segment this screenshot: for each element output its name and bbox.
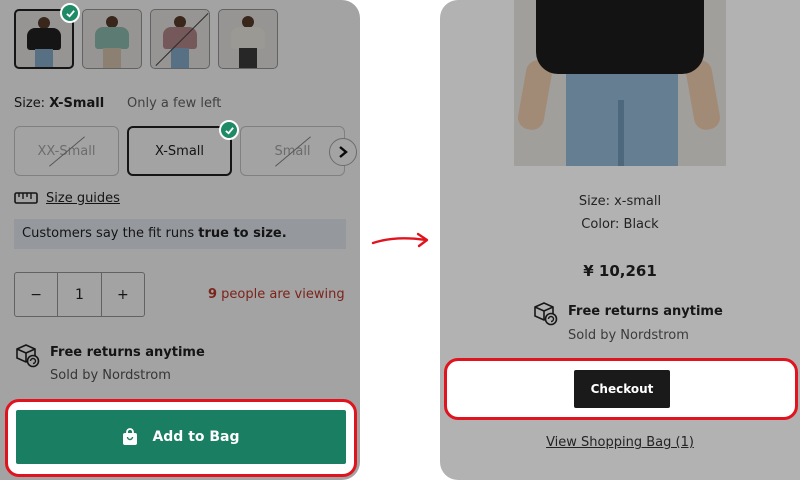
sold-by: Sold by Nordstrom — [568, 328, 689, 343]
thumbnail-mint[interactable] — [82, 9, 142, 69]
product-options-panel: Size: X-Small Only a few left XX-Small X… — [0, 0, 360, 480]
viewing-text: people are viewing — [217, 287, 345, 302]
ruler-icon — [14, 192, 38, 204]
add-to-bag-highlight: Add to Bag — [5, 399, 357, 477]
returns-title: Free returns anytime — [568, 304, 723, 319]
size-option-label: X-Small — [154, 143, 205, 159]
stock-note: Only a few left — [127, 96, 222, 111]
next-sizes-button[interactable] — [329, 138, 357, 166]
cart-item-size: Size: x-small — [578, 194, 662, 209]
thumbnail-top — [27, 28, 61, 50]
returns-title: Free returns anytime — [50, 345, 205, 360]
return-box-icon — [534, 302, 558, 326]
size-guides-label: Size guides — [46, 190, 120, 206]
size-prefix: Size: — [14, 96, 50, 111]
return-box-icon — [16, 344, 40, 368]
product-image — [514, 0, 726, 166]
model-blouse — [536, 0, 704, 74]
quantity-increase-button[interactable]: + — [102, 273, 144, 316]
thumbnail-jeans — [239, 48, 257, 68]
thumbnail-jeans — [103, 48, 121, 68]
viewing-count: 9 — [208, 287, 218, 302]
thumbnail-white[interactable] — [218, 9, 278, 69]
thumbnail-top — [95, 27, 129, 49]
cart-item-color: Color: Black — [581, 217, 659, 232]
size-value: X-Small — [49, 96, 105, 111]
size-option-xx-small[interactable]: XX-Small — [14, 126, 119, 176]
checkout-highlight: Checkout — [444, 358, 798, 420]
size-guides-link[interactable]: Size guides — [14, 190, 120, 206]
size-selection-label: Size: X-Small — [14, 96, 104, 111]
check-icon — [60, 3, 80, 23]
add-to-bag-button[interactable]: Add to Bag — [16, 410, 346, 464]
add-to-bag-label: Add to Bag — [152, 429, 240, 445]
thumbnail-strip — [14, 9, 278, 69]
thumbnail-top — [231, 27, 265, 49]
checkout-button[interactable]: Checkout — [574, 370, 670, 408]
arrow-right-icon — [371, 232, 429, 248]
chevron-right-icon — [339, 146, 348, 158]
quantity-value[interactable]: 1 — [57, 273, 102, 316]
check-icon — [219, 120, 239, 140]
thumbnail-jeans — [171, 48, 189, 68]
thumbnail-jeans — [35, 49, 53, 67]
thumbnail-mauve[interactable] — [150, 9, 210, 69]
size-option-x-small[interactable]: X-Small — [127, 126, 232, 176]
quantity-stepper: − 1 + — [14, 272, 145, 317]
size-options: XX-Small X-Small Small — [14, 126, 345, 176]
fit-note-prefix: Customers say the fit runs — [22, 226, 199, 241]
jeans-seam — [618, 100, 624, 166]
cart-item-price: ¥ 10,261 — [583, 262, 657, 280]
viewing-indicator: 9 people are viewing — [208, 287, 345, 302]
shopping-bag-icon — [123, 428, 138, 445]
fit-note-bold: true to size. — [198, 226, 287, 241]
quantity-decrease-button[interactable]: − — [15, 273, 57, 316]
view-shopping-bag-link[interactable]: View Shopping Bag (1) — [440, 435, 800, 450]
sold-by: Sold by Nordstrom — [50, 368, 171, 383]
fit-note: Customers say the fit runs true to size. — [14, 219, 346, 249]
added-to-bag-panel: Size: x-small Color: Black ¥ 10,261 Free… — [440, 0, 800, 480]
